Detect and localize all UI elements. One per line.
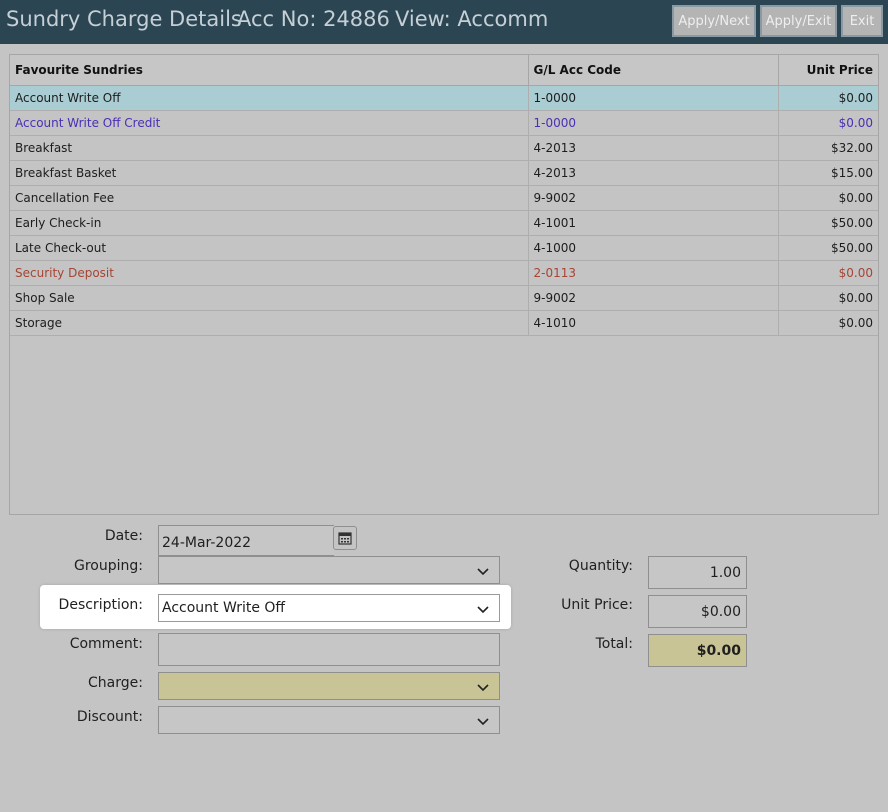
description-value: Account Write Off (162, 600, 286, 616)
grouping-select[interactable] (158, 556, 500, 584)
column-header-sundry[interactable]: Favourite Sundries (10, 55, 529, 86)
cell-name: Storage (10, 310, 529, 336)
grid-header-row: Favourite Sundries G/L Acc Code Unit Pri… (10, 55, 878, 86)
calendar-button[interactable] (333, 526, 357, 550)
cell-price: $50.00 (778, 210, 878, 236)
cell-name: Late Check-out (10, 235, 529, 261)
charge-select[interactable] (158, 672, 500, 700)
title-bar: Sundry Charge Details Acc No: 24886 View… (0, 0, 888, 44)
cell-name: Account Write Off (10, 85, 529, 111)
discount-label: Discount: (76, 709, 143, 725)
quantity-value: 1.00 (709, 564, 741, 581)
cell-name: Security Deposit (10, 260, 529, 286)
cell-price: $0.00 (778, 185, 878, 211)
cell-name: Breakfast (10, 135, 529, 161)
comment-label: Comment: (69, 636, 143, 652)
cell-name: Account Write Off Credit (10, 110, 529, 136)
chevron-down-icon (477, 718, 489, 726)
table-row[interactable]: Account Write Off Credit 1-0000 $0.00 (10, 110, 878, 136)
discount-select[interactable] (158, 706, 500, 734)
date-label: Date: (104, 528, 143, 544)
cell-name: Shop Sale (10, 285, 529, 311)
favourite-sundries-grid: Favourite Sundries G/L Acc Code Unit Pri… (9, 54, 879, 515)
table-row[interactable]: Cancellation Fee 9-9002 $0.00 (10, 185, 878, 211)
description-label: Description: (58, 597, 143, 613)
cell-name: Cancellation Fee (10, 185, 529, 211)
cell-code: 1-0000 (528, 110, 779, 136)
table-row[interactable]: Storage 4-1010 $0.00 (10, 310, 878, 336)
cell-code: 1-0000 (528, 85, 779, 111)
table-row[interactable]: Late Check-out 4-1000 $50.00 (10, 235, 878, 261)
page-title: Sundry Charge Details (6, 7, 242, 31)
cell-code: 2-0113 (528, 260, 779, 286)
quantity-label: Quantity: (568, 558, 633, 574)
chevron-down-icon (477, 568, 489, 576)
charge-label: Charge: (88, 675, 143, 691)
cell-price: $15.00 (778, 160, 878, 186)
column-header-unit-price[interactable]: Unit Price (778, 55, 878, 86)
account-number: Acc No: 24886 (237, 7, 390, 31)
date-value: 24-Mar-2022 (162, 534, 252, 551)
exit-button[interactable]: Exit (841, 5, 883, 37)
cell-name: Breakfast Basket (10, 160, 529, 186)
table-row[interactable]: Account Write Off 1-0000 $0.00 (10, 85, 878, 111)
calendar-icon (338, 532, 352, 545)
cell-price: $0.00 (778, 260, 878, 286)
cell-price: $50.00 (778, 235, 878, 261)
cell-price: $32.00 (778, 135, 878, 161)
apply-next-button[interactable]: Apply/Next (672, 5, 756, 37)
cell-price: $0.00 (778, 285, 878, 311)
total-label: Total: (595, 636, 633, 652)
chevron-down-icon (477, 606, 489, 614)
cell-name: Early Check-in (10, 210, 529, 236)
cell-code: 4-1010 (528, 310, 779, 336)
comment-input[interactable] (158, 633, 500, 666)
table-row[interactable]: Shop Sale 9-9002 $0.00 (10, 285, 878, 311)
column-header-gl-code[interactable]: G/L Acc Code (528, 55, 779, 86)
cell-code: 4-2013 (528, 135, 779, 161)
unit-price-value: $0.00 (700, 603, 741, 620)
cell-code: 4-2013 (528, 160, 779, 186)
cell-code: 4-1001 (528, 210, 779, 236)
table-row[interactable]: Breakfast Basket 4-2013 $15.00 (10, 160, 878, 186)
date-field[interactable]: 24-Mar-2022 (158, 525, 334, 556)
unit-price-label: Unit Price: (561, 597, 633, 613)
cell-code: 4-1000 (528, 235, 779, 261)
cell-code: 9-9002 (528, 285, 779, 311)
cell-price: $0.00 (778, 110, 878, 136)
unit-price-input[interactable]: $0.00 (648, 595, 747, 628)
cell-price: $0.00 (778, 310, 878, 336)
cell-code: 9-9002 (528, 185, 779, 211)
view-label: View: Accomm (395, 7, 549, 31)
total-value: $0.00 (696, 642, 741, 659)
apply-exit-button[interactable]: Apply/Exit (760, 5, 837, 37)
description-select[interactable]: Account Write Off (158, 594, 500, 622)
chevron-down-icon (477, 684, 489, 692)
table-row[interactable]: Breakfast 4-2013 $32.00 (10, 135, 878, 161)
total-field: $0.00 (648, 634, 747, 667)
table-row[interactable]: Security Deposit 2-0113 $0.00 (10, 260, 878, 286)
grouping-label: Grouping: (74, 558, 143, 574)
cell-price: $0.00 (778, 85, 878, 111)
table-row[interactable]: Early Check-in 4-1001 $50.00 (10, 210, 878, 236)
quantity-input[interactable]: 1.00 (648, 556, 747, 589)
